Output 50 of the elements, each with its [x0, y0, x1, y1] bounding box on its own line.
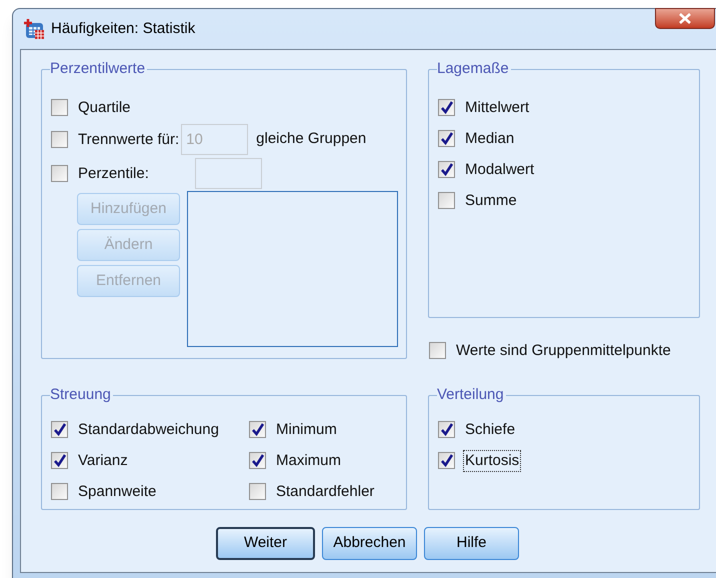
checkbox-label[interactable]: Spannweite: [76, 480, 158, 502]
checkbox[interactable]: [51, 421, 68, 438]
check-icon: [52, 454, 66, 468]
checkbox-label[interactable]: Schiefe: [463, 418, 518, 440]
field-suffix: gleiche Gruppen: [256, 129, 366, 150]
checkbox[interactable]: [51, 99, 68, 116]
checkbox[interactable]: [438, 452, 455, 469]
checkbox-label[interactable]: Werte sind Gruppenmittelpunkte: [454, 340, 673, 362]
check-icon: [440, 132, 454, 146]
checkbox-label[interactable]: Kurtosis: [463, 450, 522, 472]
checkbox[interactable]: [438, 421, 455, 438]
app-icon: [23, 18, 45, 40]
checkbox[interactable]: [438, 130, 455, 147]
checkbox-label[interactable]: Maximum: [274, 450, 344, 472]
close-icon: [679, 13, 691, 24]
close-button[interactable]: [655, 8, 715, 29]
button[interactable]: Weiter: [216, 527, 315, 560]
check-icon: [52, 422, 66, 436]
button[interactable]: Hilfe: [424, 527, 519, 560]
checkbox-label[interactable]: Summe: [463, 190, 519, 212]
check-icon: [250, 422, 264, 436]
checkbox-label[interactable]: Varianz: [76, 450, 130, 472]
checkbox[interactable]: [249, 421, 266, 438]
checkbox-label[interactable]: Median: [463, 128, 516, 150]
checkbox-label[interactable]: Modalwert: [463, 158, 536, 180]
group-title: Streuung: [50, 386, 112, 404]
checkbox-label[interactable]: Standardfehler: [274, 480, 376, 502]
checkbox-label[interactable]: Mittelwert: [463, 96, 532, 118]
checkbox-label[interactable]: Standardabweichung: [76, 418, 221, 440]
checkbox[interactable]: [438, 161, 455, 178]
checkbox[interactable]: [249, 452, 266, 469]
group-title: Lagemaße: [437, 60, 510, 78]
group-title: Perzentilwerte: [50, 60, 146, 78]
window-title: Häufigkeiten: Statistik: [51, 18, 196, 39]
checkbox[interactable]: [249, 483, 266, 500]
group-title: Verteilung: [437, 386, 505, 404]
check-icon: [250, 454, 264, 468]
check-icon: [440, 162, 454, 176]
check-icon: [440, 422, 454, 436]
checkbox[interactable]: [51, 483, 68, 500]
check-icon: [440, 454, 454, 468]
checkbox[interactable]: [429, 342, 446, 359]
button[interactable]: Abbrechen: [322, 527, 417, 560]
checkbox-label[interactable]: Quartile: [76, 96, 133, 118]
check-icon: [440, 100, 454, 114]
checkbox[interactable]: [438, 192, 455, 209]
checkbox[interactable]: [51, 452, 68, 469]
checkbox[interactable]: [438, 99, 455, 116]
checkbox-label[interactable]: Minimum: [274, 418, 339, 440]
list-box[interactable]: [187, 191, 398, 347]
